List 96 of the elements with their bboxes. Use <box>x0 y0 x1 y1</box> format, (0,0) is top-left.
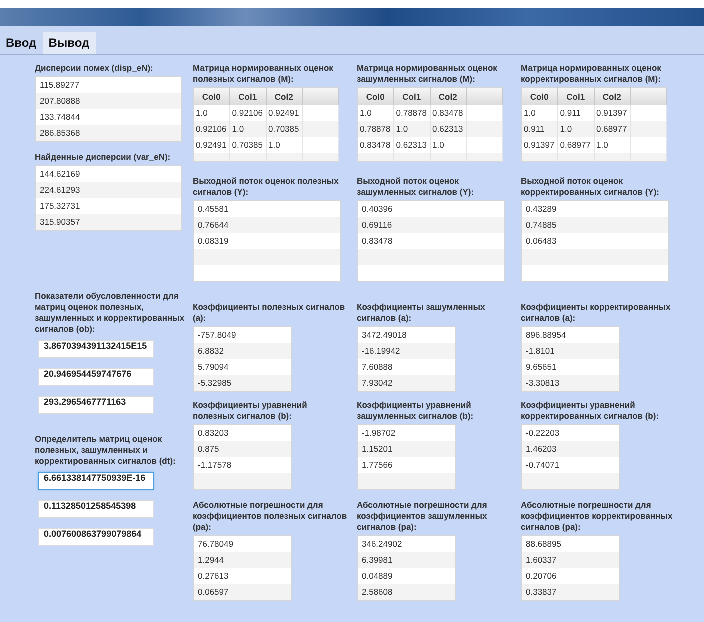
table-cell: 1.0 <box>560 124 572 134</box>
value-field[interactable]: 20.946954459747676 <box>38 368 154 386</box>
table-cell: 0.70385 <box>268 124 300 134</box>
table-cell: 0.78878 <box>396 108 427 118</box>
list-item[interactable]: 315.90357 <box>36 214 181 230</box>
section-label: Коэффициенты уравнений полезных сигналов (b): <box>193 400 308 422</box>
empty-list-row[interactable] <box>522 249 668 265</box>
table-cell: 1.0 <box>268 140 280 150</box>
list-item[interactable]: 1.15201 <box>358 441 455 457</box>
table-cell: 0.92491 <box>196 140 227 150</box>
value-list[interactable]: -1.98702 1.15201 1.77566 <box>357 424 456 490</box>
value-field[interactable]: 0.11328501258545398 <box>38 500 154 518</box>
table-cell: 0.68977 <box>596 124 628 134</box>
value-list[interactable]: 346.24902 6.39981 0.04889 2.58608 <box>357 535 456 601</box>
value-list[interactable]: 88.68895 1.60337 0.20706 0.33837 <box>521 535 620 601</box>
section-label: Абсолютные погрешности для коэффициентов полезных сигналов (pa): <box>193 500 348 533</box>
list-item[interactable]: 6.8832 <box>194 343 291 359</box>
section-label: Матрица нормированных оценок корректированных сигналов (M): <box>521 63 662 85</box>
value-list[interactable]: 76.78049 1.2944 0.27613 0.06597 <box>193 535 292 601</box>
tab[interactable]: Ввод <box>0 32 43 54</box>
section-label: Матрица нормированных оценок зашумленных сигналов (M): <box>357 63 498 85</box>
value-list[interactable]: 0.40396 0.69116 0.83478 <box>357 200 505 282</box>
list-item[interactable]: 1.2944 <box>194 552 291 568</box>
empty-list-row[interactable] <box>194 249 340 265</box>
table-cell: 1.0 <box>596 140 608 150</box>
table-cell: 0.83478 <box>360 140 391 150</box>
value-list[interactable]: 0.83203 0.875 -1.17578 <box>193 424 292 490</box>
empty-list-row[interactable] <box>522 473 619 489</box>
empty-list-row[interactable] <box>358 473 455 489</box>
table-cell: 0.92106 <box>232 108 263 118</box>
table-cell: 1.0 <box>360 108 372 118</box>
list-item[interactable]: 0.33837 <box>522 584 619 600</box>
section-label: Найденные дисперсии (var_eN): <box>35 152 172 163</box>
table-cell: 1.0 <box>196 108 208 118</box>
list-item[interactable]: 224.61293 <box>36 182 181 198</box>
section-label: Абсолютные погрешности для коэффициентов корректированных сигналов (pa): <box>521 500 673 533</box>
section-label: Матрица нормированных оценок полезных сигналов (M): <box>193 63 334 85</box>
table-cell: 0.911 <box>524 124 545 134</box>
empty-list-row[interactable] <box>194 473 291 489</box>
table-cell: 0.92491 <box>268 108 300 118</box>
value-list[interactable]: 144.62169 224.61293 175.32731 315.90357 <box>35 165 182 231</box>
table-cell: 1.0 <box>432 140 444 150</box>
value-field[interactable]: 0.007600863799079864 <box>38 528 154 546</box>
value-field[interactable]: 6.661338147750939E-16 <box>38 472 154 490</box>
table-cell: 0.62313 <box>432 124 464 134</box>
table-cell: 1.0 <box>396 124 408 134</box>
list-item[interactable]: 0.76644 <box>194 217 340 233</box>
table-cell: 0.70385 <box>232 140 263 150</box>
table-cell: 1.0 <box>232 124 244 134</box>
section-label: Абсолютные погрешности для коэффициентов зашумленных сигналов (pa): <box>357 500 488 533</box>
table-cell: 0.91397 <box>524 140 555 150</box>
list-item[interactable]: -16.19942 <box>358 343 455 359</box>
section-label: Определитель матриц оценок полезных, зашумленных и корректированных сигналов (dt): <box>35 434 177 467</box>
section-label: Выходной поток оценок корректированных сигналов (Y): <box>521 176 661 198</box>
value-list[interactable]: 0.45581 0.76644 0.08319 <box>193 200 341 282</box>
tab[interactable]: Вывод <box>42 32 96 54</box>
section-label: Коэффициенты корректированных сигналов (a): <box>521 302 672 324</box>
value-list[interactable]: 0.43289 0.74885 0.06483 <box>521 200 669 282</box>
section-label: Коэффициенты уравнений зашумленных сигналов (b): <box>357 400 475 422</box>
list-item[interactable]: 0.74885 <box>522 217 668 233</box>
list-item[interactable]: 1.60337 <box>522 552 619 568</box>
list-item[interactable]: 1.46203 <box>522 441 619 457</box>
empty-list-row[interactable] <box>358 249 504 265</box>
value-list[interactable]: 115.89277 207.80888 133.74844 286.85368 <box>35 76 182 142</box>
list-item[interactable]: -3.30813 <box>522 375 619 391</box>
table-cell: 0.83478 <box>432 108 464 118</box>
section-label: Показатели обусловленности для матриц оценок полезных, зашумленных и корректированных сигналов (ob): <box>35 291 185 335</box>
table-cell: 0.911 <box>560 108 581 118</box>
table-cell: 0.62313 <box>396 140 427 150</box>
list-item[interactable]: 0.69116 <box>358 217 504 233</box>
table-cell: 0.91397 <box>596 108 628 118</box>
section-label: Выходной поток оценок полезных сигналов (Y): <box>193 176 340 198</box>
section-label: Коэффициенты полезных сигналов (a): <box>193 302 346 324</box>
list-item[interactable]: 6.39981 <box>358 552 455 568</box>
list-item[interactable]: -1.8101 <box>522 343 619 359</box>
table-cell: 0.78878 <box>360 124 391 134</box>
list-item[interactable]: 207.80888 <box>36 93 181 109</box>
value-list[interactable]: 896.88954 -1.8101 9.65651 -3.30813 <box>521 326 620 392</box>
list-item[interactable]: 7.93042 <box>358 375 455 391</box>
table-cell: 1.0 <box>524 108 536 118</box>
section-label: Коэффициенты уравнений корректированных сигналов (b): <box>521 400 660 422</box>
table-cell: 0.68977 <box>560 140 591 150</box>
list-item[interactable]: 2.58608 <box>358 584 455 600</box>
value-list[interactable]: -0.22203 1.46203 -0.74071 <box>521 424 620 490</box>
section-label: Выходной поток оценок зашумленных сигналов (Y): <box>357 176 476 198</box>
list-item[interactable]: 0.06597 <box>194 584 291 600</box>
list-item[interactable]: 0.875 <box>194 441 291 457</box>
value-list[interactable]: -757.8049 6.8832 5.79094 -5.32985 <box>193 326 292 392</box>
list-item[interactable]: 286.85368 <box>36 125 181 141</box>
value-list[interactable]: 3472.49018 -16.19942 7.60888 7.93042 <box>357 326 456 392</box>
value-field[interactable]: 293.2965467771163 <box>38 396 154 414</box>
value-field[interactable]: 3.8670394391132415E15 <box>38 340 154 358</box>
section-label: Коэффициенты зашумленных сигналов (a): <box>357 302 486 324</box>
section-label: Дисперсии помех (disp_eN): <box>35 63 154 74</box>
table-cell: 0.92106 <box>196 124 227 134</box>
list-item[interactable]: -5.32985 <box>194 375 291 391</box>
